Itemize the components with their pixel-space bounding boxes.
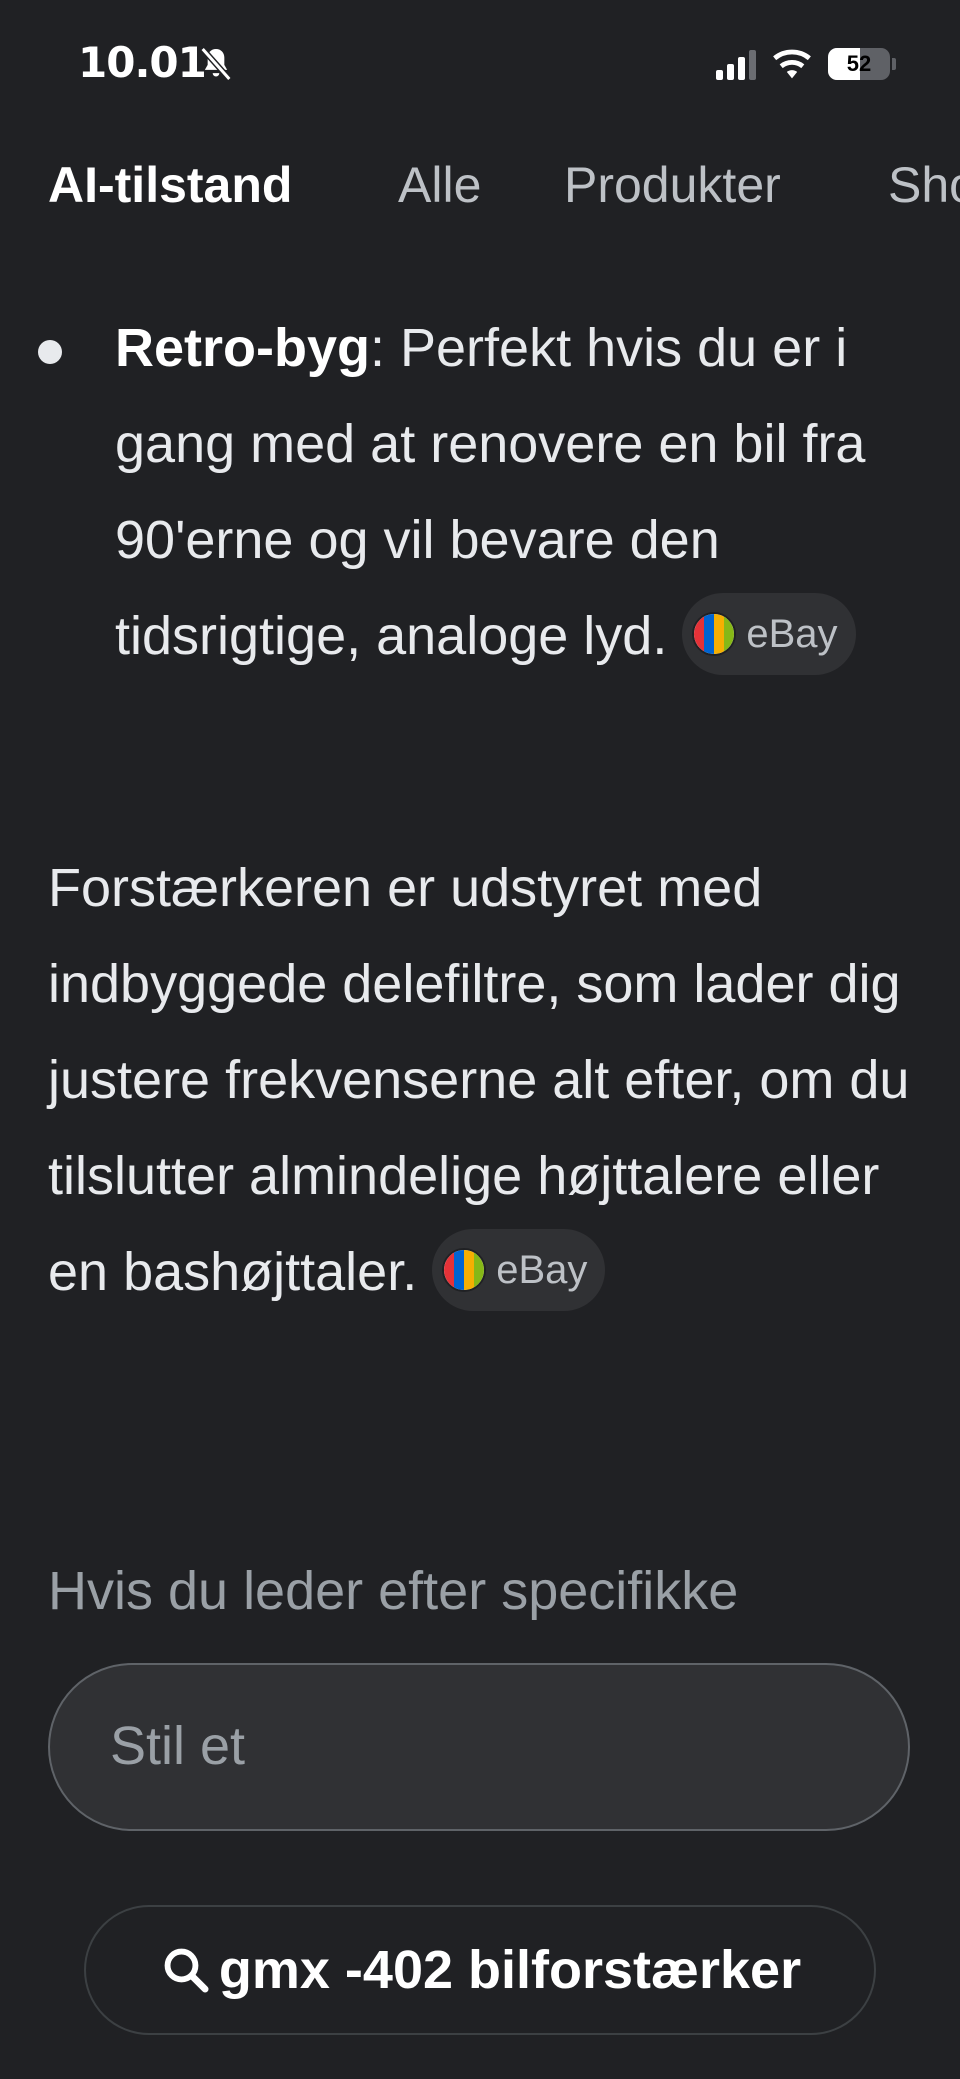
battery-cap [892, 58, 896, 70]
status-time: 10.01 [78, 38, 207, 87]
answer-paragraph: Forstærkeren er udstyret med indbyggede … [48, 840, 928, 1320]
search-icon [164, 1948, 209, 1993]
search-suggestion-button[interactable]: gmx -402 bilforstærker [84, 1905, 876, 2035]
tab-ai-mode[interactable]: AI-tilstand [48, 156, 292, 214]
tab-all[interactable]: Alle [398, 156, 481, 214]
bullet-dot [38, 340, 62, 364]
source-chip-ebay[interactable]: eBay [432, 1228, 606, 1311]
bullet-title: Retro-byg [115, 318, 370, 378]
ebay-logo-icon [692, 611, 737, 656]
search-mode-tabs: AI-tilstand Alle Produkter Sho [0, 150, 960, 230]
status-indicators: 52 [716, 44, 896, 84]
tab-shopping[interactable]: Sho [888, 156, 960, 214]
source-chip-ebay[interactable]: eBay [682, 592, 856, 675]
cellular-signal-icon [716, 48, 756, 80]
search-suggestion-text: gmx -402 bilforstærker [218, 1940, 802, 2000]
bullet-retro-build: Retro-byg: Perfekt hvis du er i gang med… [115, 300, 915, 684]
wifi-icon [773, 49, 811, 79]
tab-products[interactable]: Produkter [564, 156, 781, 214]
ask-placeholder: Stil et [110, 1716, 246, 1776]
ask-input[interactable]: Stil et [48, 1663, 910, 1831]
source-chip-label: eBay [746, 611, 838, 656]
battery-icon: 52 [828, 48, 890, 80]
status-bar: 10.01 52 [0, 0, 960, 130]
battery-percent: 52 [846, 51, 872, 76]
faded-continuation-text: Hvis du leder efter specifikke [48, 1561, 739, 1621]
source-chip-label: eBay [496, 1247, 588, 1292]
bell-muted-icon [200, 47, 232, 81]
ebay-logo-icon [442, 1247, 487, 1292]
